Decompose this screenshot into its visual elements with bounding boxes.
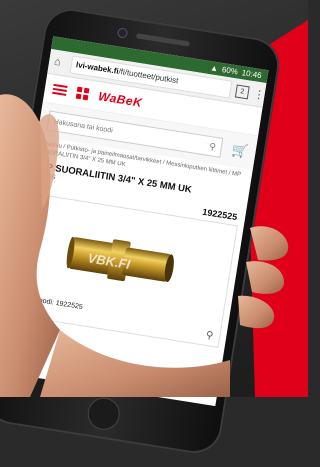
phone-home-button <box>86 396 121 431</box>
hand-illustration <box>0 94 289 397</box>
